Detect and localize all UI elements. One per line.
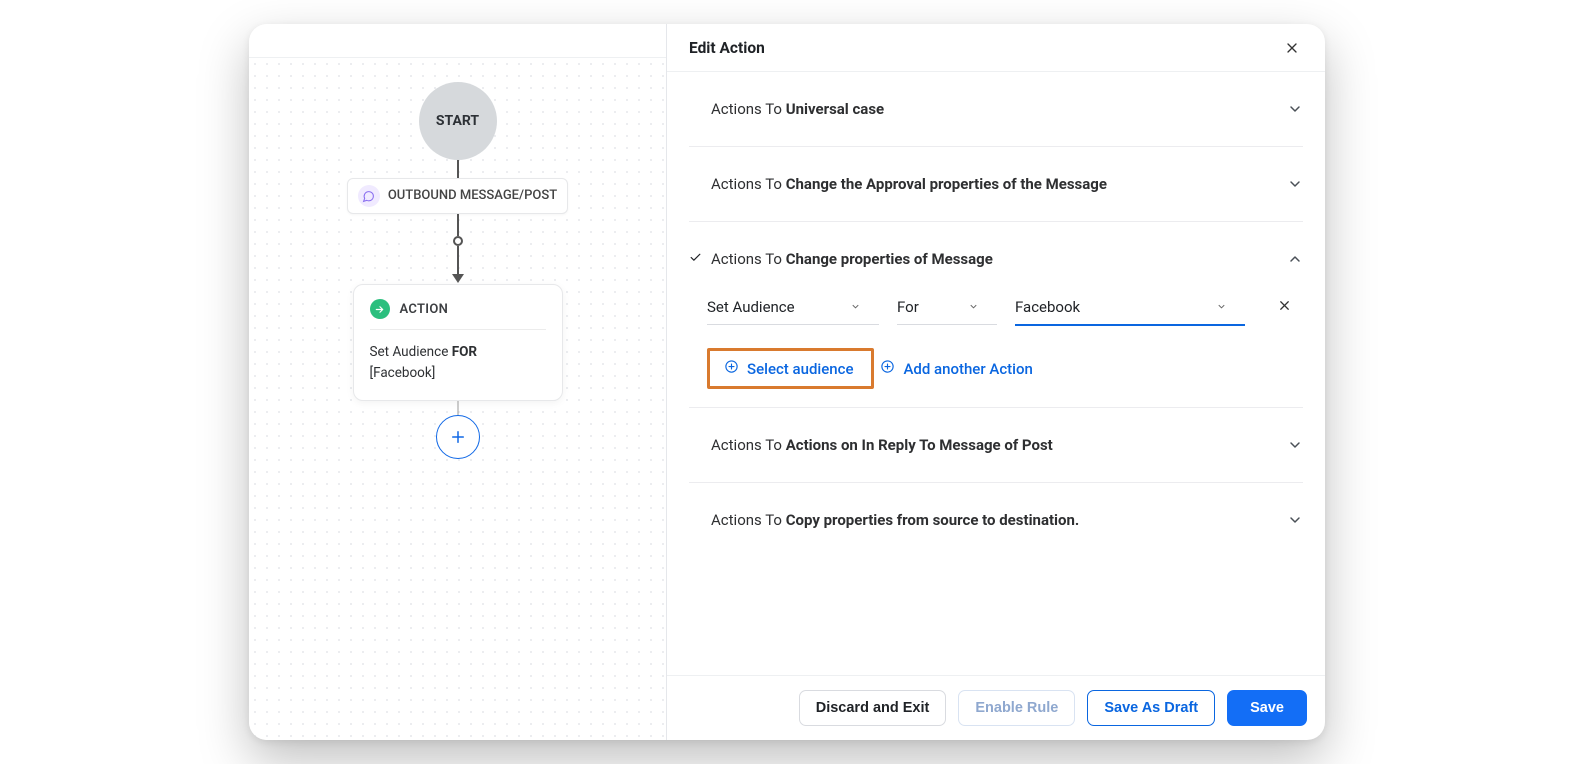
canvas-toolbar <box>249 24 666 58</box>
select-audience-highlight: Select audience <box>707 348 874 389</box>
section-title: Universal case <box>786 100 884 118</box>
save-button[interactable]: Save <box>1227 690 1307 726</box>
trigger-node[interactable]: OUTBOUND MESSAGE/POST <box>347 178 568 214</box>
chevron-up-icon <box>1287 251 1303 267</box>
enable-rule-button[interactable]: Enable Rule <box>958 690 1075 726</box>
message-icon <box>358 185 380 207</box>
chevron-down-icon <box>1287 512 1303 528</box>
plus-circle-icon <box>724 359 739 378</box>
chevron-down-icon <box>1287 437 1303 453</box>
section-universal-case[interactable]: Actions To Universal case <box>689 72 1303 146</box>
config-row: Set Audience For Facebook <box>707 294 1303 326</box>
section-prefix: Actions To <box>711 436 786 454</box>
section-prefix: Actions To <box>711 511 786 529</box>
connector <box>457 160 459 178</box>
flow-area[interactable]: START OUTBOUND MESSAGE/POST <box>249 58 666 740</box>
connector <box>457 214 459 236</box>
section-title: Copy properties from source to destinati… <box>786 511 1080 529</box>
select-value: Facebook <box>1015 298 1080 316</box>
chevron-down-icon <box>1287 101 1303 117</box>
add-node-button[interactable] <box>436 415 480 459</box>
section-in-reply-to[interactable]: Actions To Actions on In Reply To Messag… <box>689 408 1303 482</box>
action-config: Set Audience For Facebook <box>689 286 1303 407</box>
chevron-down-icon <box>968 298 979 316</box>
section-prefix: Actions To <box>711 100 786 118</box>
edit-action-modal: START OUTBOUND MESSAGE/POST <box>249 24 1325 740</box>
action-for: FOR <box>452 344 477 360</box>
section-title: Change properties of Message <box>786 250 993 268</box>
arrow-right-icon <box>370 299 390 319</box>
save-draft-button[interactable]: Save As Draft <box>1087 690 1215 726</box>
section-title: Actions on In Reply To Message of Post <box>786 436 1053 454</box>
select-audience-button[interactable]: Select audience <box>724 359 853 378</box>
connector <box>457 401 459 415</box>
panel-header: Edit Action <box>667 24 1325 72</box>
add-another-label: Add another Action <box>903 360 1032 378</box>
section-approval-properties[interactable]: Actions To Change the Approval propertie… <box>689 147 1303 221</box>
chevron-down-icon <box>850 298 861 316</box>
select-value: For <box>897 298 919 316</box>
connector <box>457 246 459 274</box>
edit-action-panel: Edit Action Actions To Universal case <box>667 24 1325 740</box>
connector-dot[interactable] <box>453 236 463 246</box>
footer: Discard and Exit Enable Rule Save As Dra… <box>667 675 1325 740</box>
channel-select[interactable]: Facebook <box>1015 294 1245 326</box>
close-icon <box>1284 40 1300 56</box>
plus-circle-icon <box>880 359 895 378</box>
check-icon <box>689 250 703 268</box>
chevron-down-icon <box>1216 298 1227 316</box>
trigger-label: OUTBOUND MESSAGE/POST <box>388 188 557 204</box>
select-audience-label: Select audience <box>747 360 853 378</box>
section-change-properties[interactable]: Actions To Change properties of Message <box>689 222 1303 286</box>
action-node-heading: ACTION <box>400 302 449 317</box>
action-target: [Facebook] <box>370 365 436 381</box>
section-copy-properties[interactable]: Actions To Copy properties from source t… <box>689 483 1303 549</box>
start-node-label: START <box>436 113 479 129</box>
close-button[interactable] <box>1281 37 1303 59</box>
panel-title: Edit Action <box>689 39 765 57</box>
discard-button[interactable]: Discard and Exit <box>799 690 947 726</box>
action-node[interactable]: ACTION Set Audience FOR [Facebook] <box>353 284 563 401</box>
chevron-down-icon <box>1287 176 1303 192</box>
action-text: Set Audience <box>370 344 452 360</box>
section-prefix: Actions To <box>711 175 786 193</box>
section-prefix: Actions To <box>711 250 786 268</box>
workflow-canvas: START OUTBOUND MESSAGE/POST <box>249 24 667 740</box>
action-type-select[interactable]: Set Audience <box>707 294 879 325</box>
action-node-body: Set Audience FOR [Facebook] <box>370 330 546 384</box>
start-node[interactable]: START <box>419 82 497 160</box>
remove-row-button[interactable] <box>1277 294 1292 317</box>
section-title: Change the Approval properties of the Me… <box>786 175 1107 193</box>
add-another-action-button[interactable]: Add another Action <box>880 359 1032 378</box>
close-icon <box>1277 298 1292 313</box>
plus-icon <box>449 428 467 446</box>
select-value: Set Audience <box>707 298 795 316</box>
for-select[interactable]: For <box>897 294 997 325</box>
